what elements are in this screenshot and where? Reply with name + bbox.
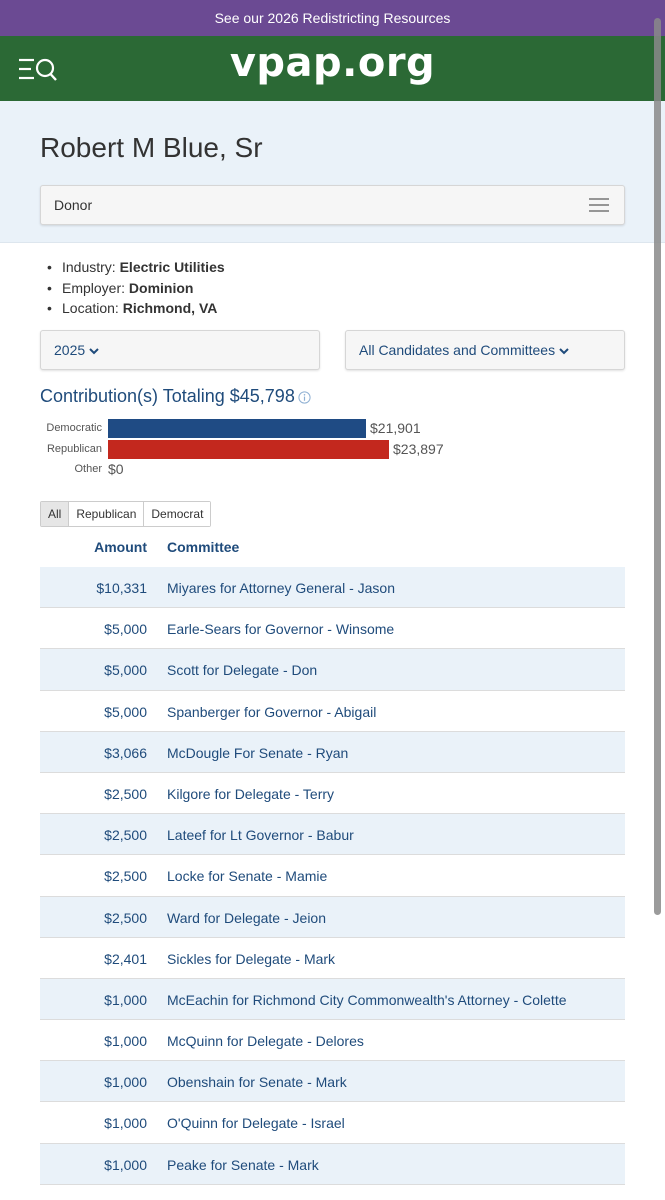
contributions-total-text: Contribution(s) Totaling $45,798 [40,386,295,406]
amount-cell[interactable]: $3,066 [40,745,147,761]
amount-cell[interactable]: $1,000 [40,1074,147,1090]
amount-cell[interactable]: $1,000 [40,1033,147,1049]
amount-cell[interactable]: $1,000 [40,992,147,1008]
chart-bar-republican [108,439,389,459]
amount-cell[interactable]: $2,500 [40,868,147,884]
committee-link[interactable]: Scott for Delegate - Don [167,662,317,678]
table-row: $3,066 McDougle For Senate - Ryan [40,731,625,773]
tab-democrat[interactable]: Democrat [144,502,211,526]
table-row: $2,500 Kilgore for Delegate - Terry [40,773,625,815]
party-tabs: All Republican Democrat [40,501,212,527]
chart-bar-democratic [108,419,366,438]
amount-cell[interactable]: $5,000 [40,704,147,720]
tab-republican[interactable]: Republican [69,502,145,526]
table-row: $1,000 O'Quinn for Delegate - Israel [40,1102,625,1144]
amount-cell[interactable]: $2,500 [40,910,147,926]
table-row: $1,000 Peake for Senate - Mark [40,1143,625,1185]
amount-cell[interactable]: $1,000 [40,1115,147,1131]
chevron-down-icon [559,348,569,355]
role-select[interactable]: Donor [40,185,625,225]
table-row: $5,000 Spanberger for Governor - Abigail [40,691,625,732]
committee-link[interactable]: Miyares for Attorney General - Jason [167,580,395,596]
committee-column-header[interactable]: Committee [167,539,239,555]
chart-category-label: Democratic [46,422,102,434]
committee-link[interactable]: McEachin for Richmond City Commonwealth'… [167,992,567,1008]
tab-all[interactable]: All [41,502,70,526]
banner-text[interactable]: See our 2026 Redistricting Resources [215,10,451,26]
table-row: $2,500 Lateef for Lt Governor - Babur [40,814,625,856]
fact-employer-value[interactable]: Dominion [129,280,194,296]
committee-link[interactable]: Sickles for Delegate - Mark [167,951,335,967]
profile-header: Robert M Blue, Sr Donor [0,101,665,243]
amount-cell[interactable]: $5,000 [40,662,147,678]
top-navbar: vpap.org [0,36,665,101]
committee-link[interactable]: Ward for Delegate - Jeion [167,910,326,926]
info-icon[interactable] [298,391,311,404]
contributions-total-heading: Contribution(s) Totaling $45,798 [40,386,311,407]
committee-link[interactable]: Locke for Senate - Mamie [167,868,327,884]
committee-link[interactable]: Kilgore for Delegate - Terry [167,786,334,802]
hamburger-icon[interactable] [589,197,609,213]
page-title: Robert M Blue, Sr [40,132,263,163]
table-row: $2,500 Ward for Delegate - Jeion [40,896,625,938]
candidates-filter-value: All Candidates and Committees [359,342,556,358]
amount-cell[interactable]: $1,000 [40,1157,147,1173]
committee-link[interactable]: Obenshain for Senate - Mark [167,1074,347,1090]
donor-facts: Industry: Electric Utilities Employer: D… [47,257,225,319]
committee-link[interactable]: Spanberger for Governor - Abigail [167,704,376,720]
chart-value-label: $23,897 [393,440,444,457]
table-row: $10,331 Miyares for Attorney General - Ja… [40,567,625,609]
chart-category-label: Republican [46,442,102,455]
fact-location-value: Richmond, VA [122,300,218,316]
candidates-filter-dropdown[interactable]: All Candidates and Committees [345,330,625,370]
table-row: $1,000 Obenshain for Senate - Mark [40,1061,625,1103]
amount-cell[interactable]: $2,401 [40,951,147,967]
site-logo[interactable]: vpap.org [0,40,665,86]
committee-link[interactable]: O'Quinn for Delegate - Israel [167,1115,345,1131]
table-row: $5,000 Scott for Delegate - Don [40,649,625,691]
year-filter-dropdown[interactable]: 2025 [40,330,320,370]
committee-link[interactable]: McQuinn for Delegate - Delores [167,1033,364,1049]
amount-cell[interactable]: $2,500 [40,786,147,802]
fact-employer: Employer: Dominion [47,278,225,299]
fact-industry: Industry: Electric Utilities [47,257,225,278]
table-row: $2,500 Locke for Senate - Mamie [40,855,625,897]
fact-industry-value[interactable]: Electric Utilities [120,259,225,275]
table-row: $1,000 McQuinn for Delegate - Delores [40,1020,625,1062]
contributions-table: $10,331 Miyares for Attorney General - Ja… [40,567,625,1185]
announcement-banner[interactable]: See our 2026 Redistricting Resources [0,0,665,36]
amount-cell[interactable]: $5,000 [40,621,147,637]
chevron-down-icon [89,348,99,355]
committee-link[interactable]: Lateef for Lt Governor - Babur [167,827,354,843]
committee-link[interactable]: Earle-Sears for Governor - Winsome [167,621,394,637]
fact-location: Location: Richmond, VA [47,298,225,319]
role-select-value: Donor [54,197,93,213]
table-row: $5,000 Earle-Sears for Governor - Winsome [40,608,625,650]
chart-category-label: Other [74,463,102,475]
table-row: $1,000 McEachin for Richmond City Commonw… [40,978,625,1021]
chart-value-label: $21,901 [370,420,421,436]
year-filter-value: 2025 [54,342,86,358]
amount-column-header[interactable]: Amount [40,539,147,555]
amount-cell[interactable]: $10,331 [40,580,147,596]
committee-link[interactable]: McDougle For Senate - Ryan [167,745,348,761]
table-row: $2,401 Sickles for Delegate - Mark [40,938,625,979]
amount-cell[interactable]: $2,500 [40,827,147,843]
chart-value-label: $0 [108,461,124,477]
scrollbar[interactable] [654,18,661,915]
committee-link[interactable]: Peake for Senate - Mark [167,1157,319,1173]
